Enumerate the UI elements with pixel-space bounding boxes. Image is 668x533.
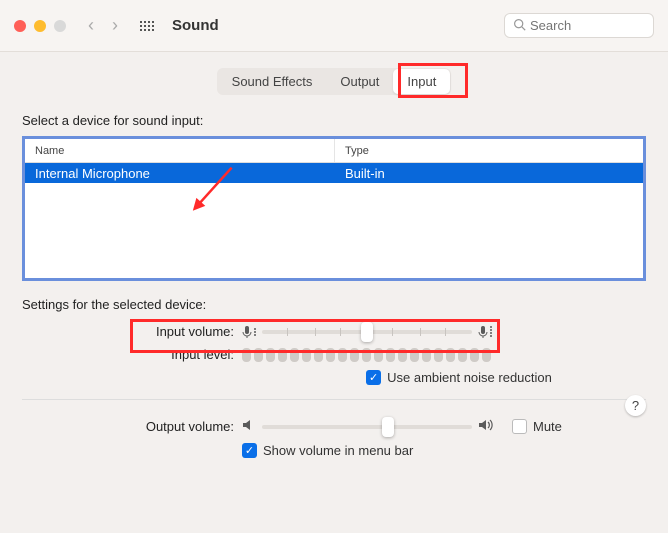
device-type-cell: Built-in bbox=[335, 163, 643, 183]
mute-checkbox[interactable] bbox=[512, 419, 527, 434]
input-level-row: Input level: bbox=[22, 347, 646, 362]
mute-label: Mute bbox=[533, 419, 562, 434]
device-table: Name Type Internal Microphone Built-in bbox=[22, 136, 646, 281]
search-icon bbox=[513, 18, 526, 34]
tab-bar: Sound Effects Output Input bbox=[22, 68, 646, 95]
ambient-label: Use ambient noise reduction bbox=[387, 370, 552, 385]
tab-sound-effects[interactable]: Sound Effects bbox=[218, 69, 327, 94]
nav-arrows: ‹ › bbox=[88, 15, 118, 36]
speaker-high-icon bbox=[478, 418, 496, 435]
output-volume-slider[interactable] bbox=[262, 425, 472, 429]
ambient-row: ✓ Use ambient noise reduction bbox=[22, 370, 646, 385]
input-volume-slider[interactable] bbox=[262, 330, 472, 334]
forward-button: › bbox=[112, 15, 118, 36]
tab-input[interactable]: Input bbox=[393, 69, 450, 94]
column-name[interactable]: Name bbox=[25, 139, 335, 162]
window-title: Sound bbox=[172, 17, 219, 34]
input-volume-label: Input volume: bbox=[22, 324, 242, 339]
device-name-cell: Internal Microphone bbox=[25, 163, 335, 183]
traffic-lights bbox=[14, 20, 66, 32]
menubar-label: Show volume in menu bar bbox=[263, 443, 413, 458]
mic-low-icon bbox=[242, 325, 256, 339]
minimize-window-icon[interactable] bbox=[34, 20, 46, 32]
search-input[interactable] bbox=[530, 18, 645, 33]
speaker-low-icon bbox=[242, 418, 256, 435]
input-level-label: Input level: bbox=[22, 347, 242, 362]
menubar-row: ✓ Show volume in menu bar bbox=[22, 443, 646, 458]
input-level-meter bbox=[242, 348, 491, 362]
output-volume-knob[interactable] bbox=[382, 417, 394, 437]
help-button[interactable]: ? bbox=[625, 395, 646, 416]
settings-heading: Settings for the selected device: bbox=[22, 297, 646, 312]
column-type[interactable]: Type bbox=[335, 139, 643, 162]
output-volume-label: Output volume: bbox=[22, 419, 242, 434]
input-device-heading: Select a device for sound input: bbox=[22, 113, 646, 128]
input-volume-knob[interactable] bbox=[361, 322, 373, 342]
tab-output[interactable]: Output bbox=[326, 69, 393, 94]
menubar-checkbox[interactable]: ✓ bbox=[242, 443, 257, 458]
mic-high-icon bbox=[478, 325, 492, 339]
back-button[interactable]: ‹ bbox=[88, 15, 94, 36]
table-header: Name Type bbox=[25, 139, 643, 163]
search-field[interactable] bbox=[504, 13, 654, 38]
input-volume-row: Input volume: bbox=[22, 324, 646, 339]
zoom-window-icon bbox=[54, 20, 66, 32]
window-toolbar: ‹ › Sound bbox=[0, 0, 668, 52]
close-window-icon[interactable] bbox=[14, 20, 26, 32]
output-volume-row: Output volume: Mute bbox=[22, 418, 646, 435]
show-all-icon[interactable] bbox=[140, 21, 154, 31]
table-row[interactable]: Internal Microphone Built-in bbox=[25, 163, 643, 183]
ambient-checkbox[interactable]: ✓ bbox=[366, 370, 381, 385]
